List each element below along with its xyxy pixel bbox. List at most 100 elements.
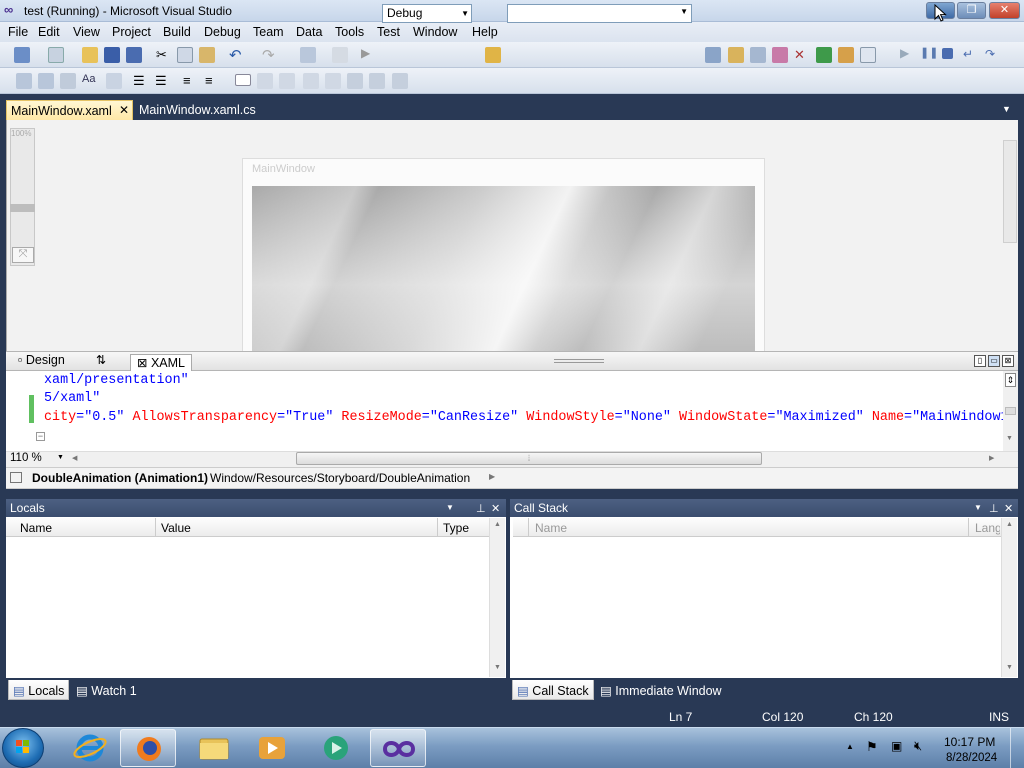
navigate-backward-icon[interactable] (300, 47, 316, 63)
copy-icon[interactable] (177, 47, 193, 63)
bookmark-icon[interactable] (235, 74, 251, 86)
menu-build[interactable]: Build (163, 25, 191, 39)
redo-icon[interactable]: ↷ (262, 46, 278, 64)
close-pane-icon[interactable]: ✕ (491, 502, 500, 515)
menu-help[interactable]: Help (472, 25, 498, 39)
menu-file[interactable]: File (8, 25, 28, 39)
open-file-icon[interactable] (82, 47, 98, 63)
horizontal-split-icon[interactable]: ▭ (988, 355, 1000, 367)
callstack-body[interactable] (510, 517, 1018, 678)
align-rights-icon[interactable] (60, 73, 76, 89)
menu-team[interactable]: Team (253, 25, 284, 39)
solution-configuration-select[interactable]: Debug ▼ (382, 4, 472, 23)
hscroll-thumb[interactable]: ⦙ (296, 452, 762, 465)
locals-vertical-scrollbar[interactable]: ▲ ▼ (489, 518, 505, 677)
zoom-combo[interactable]: 110 % (10, 452, 42, 464)
start-page-icon[interactable] (860, 47, 876, 63)
menu-window[interactable]: Window (413, 25, 457, 39)
menu-test[interactable]: Test (377, 25, 400, 39)
close-pane-icon[interactable]: ✕ (1004, 502, 1013, 515)
undo-icon[interactable]: ↶ (229, 46, 245, 64)
swap-panes-button[interactable]: ⇅ (96, 353, 106, 367)
indent-icon[interactable]: ☰ (133, 73, 149, 89)
solution-explorer-icon[interactable] (705, 47, 721, 63)
menu-tools[interactable]: Tools (335, 25, 364, 39)
design-tab[interactable]: ▫ Design (18, 353, 65, 367)
scroll-down-icon[interactable]: ▼ (1006, 435, 1013, 442)
navigate-forward-icon[interactable] (332, 47, 348, 63)
network-icon[interactable]: ▣ (891, 739, 902, 753)
step-over-icon[interactable]: ↷ (985, 47, 1001, 63)
font-icon[interactable]: Aa (82, 73, 98, 89)
locals-body[interactable] (6, 517, 506, 678)
step-into-icon[interactable]: ↵ (963, 47, 979, 63)
align-centers-icon[interactable] (38, 73, 54, 89)
next-bookmark-icon[interactable] (279, 73, 295, 89)
next-bookmark-folder-icon[interactable] (325, 73, 341, 89)
tools-icon[interactable]: ✕ (794, 47, 810, 63)
split-editor-icon[interactable]: ⇕ (1005, 373, 1016, 387)
menu-project[interactable]: Project (112, 25, 151, 39)
taskbar-firefox[interactable] (120, 729, 176, 767)
element-path[interactable]: Window/Resources/Storyboard/DoubleAnimat… (210, 471, 470, 485)
column-lang[interactable]: Lang (975, 521, 1000, 535)
stop-debugging-icon[interactable] (942, 48, 953, 59)
prev-bookmark-icon[interactable] (257, 73, 273, 89)
designer-vertical-scrollbar[interactable] (1003, 140, 1017, 243)
zoom-slider-thumb[interactable] (10, 204, 35, 212)
pin-icon[interactable]: ⊥ (476, 502, 486, 515)
zoom-to-fit-icon[interactable]: ⤧ (12, 247, 34, 263)
pin-icon[interactable]: ⊥ (989, 502, 999, 515)
break-all-icon[interactable]: ❚❚ (920, 46, 938, 62)
cut-icon[interactable]: ✂ (156, 47, 172, 63)
new-project-icon[interactable] (14, 47, 30, 63)
extension-manager-icon[interactable] (816, 47, 832, 63)
taskbar-media-player[interactable] (244, 729, 300, 767)
column-value[interactable]: Value (161, 521, 191, 535)
comment-icon[interactable]: ≡ (183, 73, 199, 89)
align-lefts-icon[interactable] (16, 73, 32, 89)
taskbar-windows-explorer[interactable] (186, 729, 242, 767)
pane-menu-icon[interactable]: ▼ (446, 503, 454, 512)
size-to-grid-icon[interactable] (106, 73, 122, 89)
outdent-icon[interactable]: ☰ (155, 73, 171, 89)
show-hidden-icons-icon[interactable]: ▲ (846, 742, 854, 751)
scroll-down-icon[interactable]: ▼ (494, 664, 501, 671)
prev-bookmark-doc-icon[interactable] (347, 73, 363, 89)
menu-edit[interactable]: Edit (38, 25, 60, 39)
selected-element[interactable]: DoubleAnimation (Animation1) (32, 471, 208, 485)
tab-mainwindow-xaml[interactable]: MainWindow.xaml (6, 100, 133, 120)
scroll-up-icon[interactable]: ▲ (1006, 521, 1013, 528)
chevron-right-icon[interactable]: ▶ (489, 472, 495, 481)
next-bookmark-doc-icon[interactable] (369, 73, 385, 89)
background-image[interactable] (252, 186, 755, 351)
add-item-icon[interactable] (48, 47, 64, 63)
find-combo[interactable]: ▼ (507, 4, 692, 23)
properties-icon[interactable] (728, 47, 744, 63)
tab-immediate-window[interactable]: ▤ Immediate Window (596, 680, 726, 700)
save-all-icon[interactable] (126, 47, 142, 63)
splitter-grip[interactable] (554, 359, 604, 363)
menu-view[interactable]: View (73, 25, 100, 39)
start-button[interactable] (2, 728, 44, 768)
column-name[interactable]: Name (535, 521, 567, 535)
menu-data[interactable]: Data (296, 25, 322, 39)
continue-icon[interactable]: ▶ (900, 46, 916, 62)
save-icon[interactable] (104, 47, 120, 63)
close-button[interactable]: ✕ (989, 2, 1020, 19)
pane-menu-icon[interactable]: ▼ (974, 503, 982, 512)
find-in-files-icon[interactable] (485, 47, 501, 63)
collapse-outline-icon[interactable]: − (36, 432, 45, 441)
prev-bookmark-folder-icon[interactable] (303, 73, 319, 89)
taskbar-visual-studio[interactable] (370, 729, 426, 767)
object-browser-icon[interactable] (750, 47, 766, 63)
menu-debug[interactable]: Debug (204, 25, 241, 39)
start-debugging-icon[interactable]: ▶ (361, 46, 377, 62)
tab-list-dropdown-icon[interactable]: ▼ (1002, 104, 1011, 114)
callstack-vertical-scrollbar[interactable]: ▲ ▼ (1001, 518, 1017, 677)
tab-watch1[interactable]: ▤ Watch 1 (72, 680, 141, 700)
volume-muted-icon[interactable]: 🔇︎ (914, 738, 922, 754)
vertical-split-icon[interactable]: ▯ (974, 355, 986, 367)
tab-mainwindow-xaml-cs[interactable]: MainWindow.xaml.cs (139, 103, 256, 117)
code-vertical-scrollbar[interactable]: ⇕ ▼ (1003, 371, 1018, 451)
